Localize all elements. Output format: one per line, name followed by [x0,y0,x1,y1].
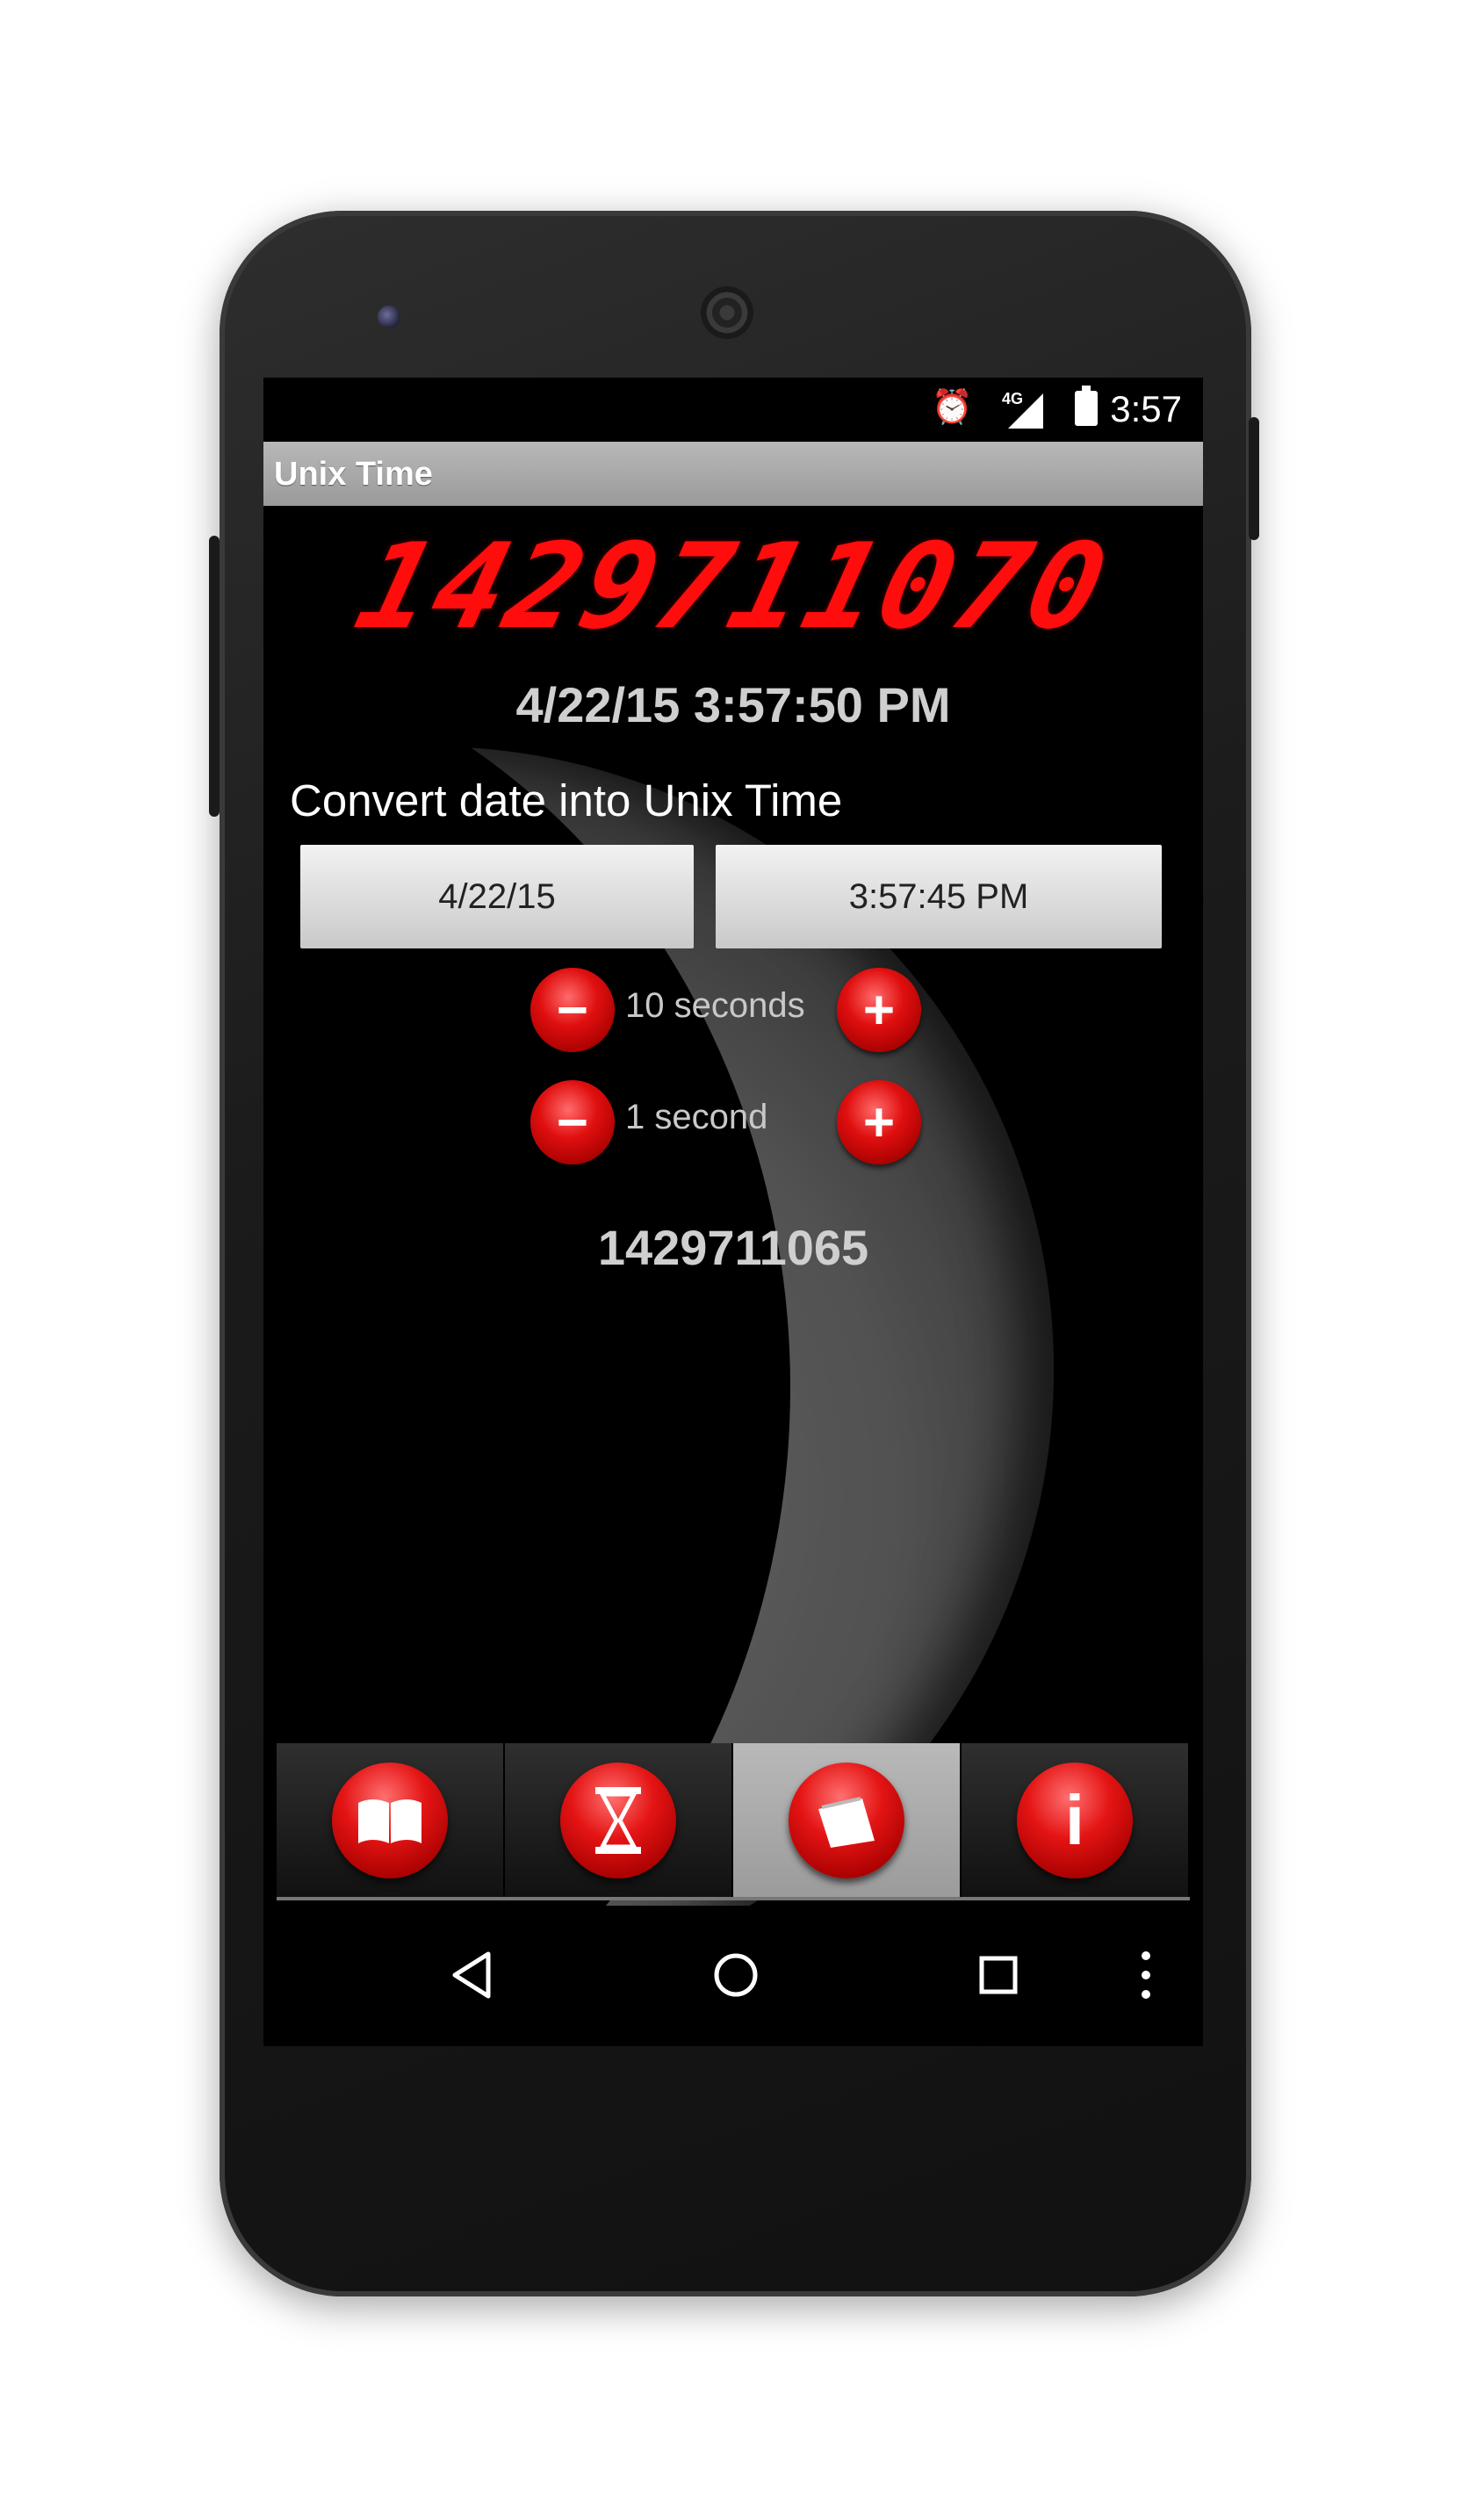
tab-info[interactable]: i [962,1743,1190,1897]
hourglass-icon [560,1762,676,1878]
back-icon[interactable] [441,1944,502,2006]
light-sensor [1084,306,1102,323]
app-title: Unix Time [274,456,433,493]
tab-book[interactable] [277,1743,505,1897]
navigation-bar [263,1906,1203,2046]
tab-timer[interactable] [505,1743,733,1897]
tab-bar: i [277,1743,1190,1900]
earpiece-speaker [701,286,753,339]
title-bar: Unix Time [263,442,1203,506]
home-icon[interactable] [705,1944,767,2006]
alarm-icon: ⏰ [931,389,973,426]
screen: ⏰ 4G 3:57 Unix Time 1429711070 4/22/15 3… [263,378,1203,2046]
volume-button [209,536,220,817]
plus-1-second-button[interactable]: + [837,1080,921,1164]
tab-converter[interactable] [733,1743,962,1897]
proximity-sensor [1036,306,1054,323]
plus-10-seconds-button[interactable]: + [837,968,921,1052]
minus-10-seconds-button[interactable]: − [530,968,615,1052]
battery-icon [1075,386,1098,426]
unix-time-display: 1429711070 [344,518,1122,655]
status-bar: ⏰ 4G 3:57 [263,378,1203,442]
power-button [1249,417,1259,540]
front-camera [378,306,400,328]
recent-apps-icon[interactable] [968,1944,1029,2006]
status-time: 3:57 [1110,388,1182,429]
book-icon [332,1762,448,1878]
signal-icon [1008,393,1043,429]
minus-1-second-button[interactable]: − [530,1080,615,1164]
current-datetime: 4/22/15 3:57:50 PM [515,677,951,732]
calendar-icon [789,1762,904,1878]
step-label-10-seconds: 10 seconds [625,986,805,1025]
more-icon[interactable] [1133,1944,1159,2006]
step-label-1-second: 1 second [625,1098,768,1136]
info-icon: i [1017,1762,1133,1878]
convert-label: Convert date into Unix Time [290,775,843,826]
time-picker-button[interactable]: 3:57:45 PM [716,845,1162,948]
converted-unix-time: 1429711065 [597,1220,869,1275]
date-picker-button[interactable]: 4/22/15 [300,845,694,948]
